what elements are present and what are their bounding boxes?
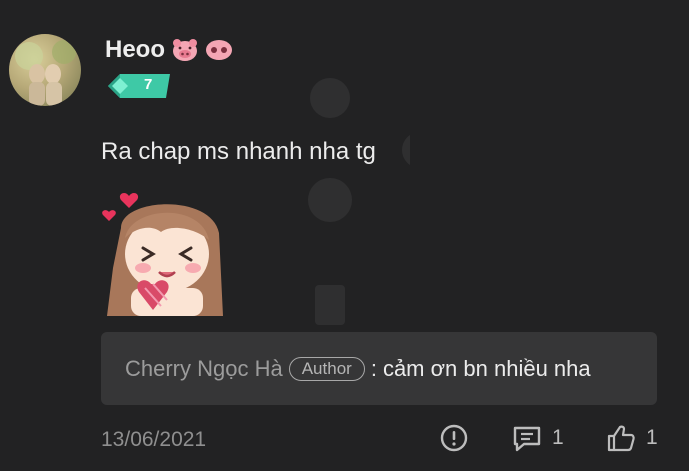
comment-card: Heoo 7 Ra chap ms nhanh nha tg Cherry Ng…: [0, 0, 689, 471]
report-button[interactable]: [440, 424, 468, 452]
reply-separator: :: [370, 355, 377, 381]
level-number: 7: [144, 76, 153, 93]
message-square-icon: [513, 426, 541, 452]
level-badge-icon: [108, 74, 170, 98]
reply-text: cảm ơn bn nhiều nha: [382, 355, 591, 381]
alert-circle-icon: [440, 424, 468, 452]
like-count: 1: [646, 426, 658, 449]
pig-nose-icon: [206, 40, 232, 60]
user-avatar[interactable]: [9, 34, 81, 106]
comment-date: 13/06/2021: [101, 428, 207, 451]
reply-author-name[interactable]: Cherry Ngọc Hà: [125, 356, 283, 382]
username-text[interactable]: Heoo: [105, 36, 165, 64]
level-badge: 7: [108, 74, 170, 98]
author-reply[interactable]: Cherry Ngọc Hà Author : cảm ơn bn nhiều …: [101, 332, 657, 405]
heart-icon: [102, 210, 116, 221]
pig-face-icon: [173, 39, 197, 61]
reply-button[interactable]: 1: [512, 424, 564, 452]
username[interactable]: Heoo: [105, 36, 233, 64]
heart-icon: [119, 193, 139, 208]
thumbs-up-icon: [607, 425, 635, 452]
anime-girl-sticker: [102, 193, 223, 316]
comment-text: Ra chap ms nhanh nha tg: [101, 138, 376, 165]
background-watermark: [308, 78, 410, 325]
like-button[interactable]: 1: [606, 424, 658, 452]
author-tag: Author: [288, 356, 365, 381]
reply-count: 1: [552, 426, 564, 449]
